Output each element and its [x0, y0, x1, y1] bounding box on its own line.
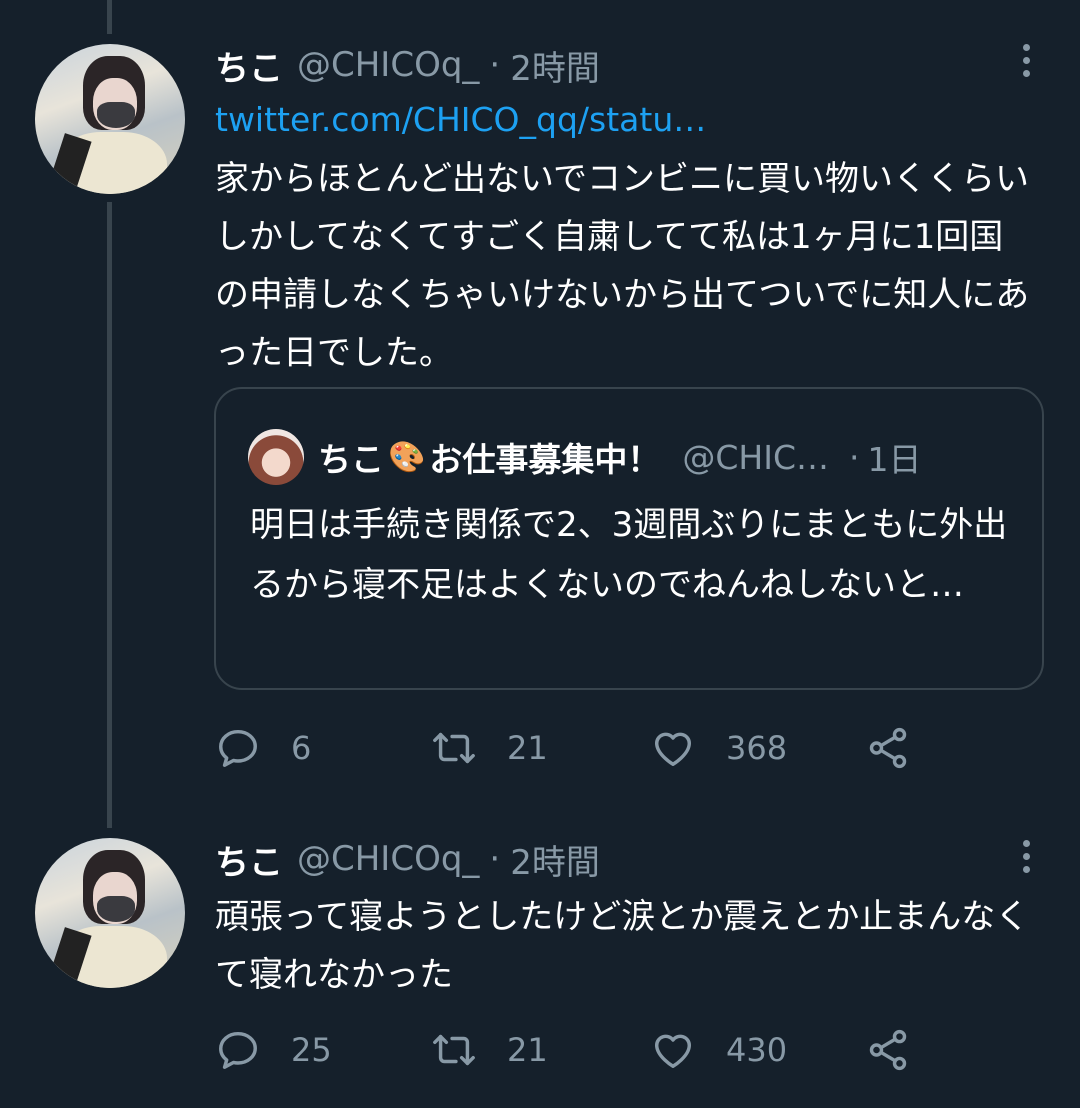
retweet-button[interactable]: 21 — [431, 1020, 548, 1080]
author-name[interactable]: ちこ — [215, 835, 283, 884]
timestamp[interactable]: 2時間 — [510, 835, 600, 884]
like-count: 430 — [726, 1031, 788, 1069]
reply-icon — [219, 1031, 257, 1069]
heart-icon — [654, 1034, 692, 1069]
share-icon — [869, 1029, 907, 1071]
retweet-count: 21 — [507, 1031, 548, 1069]
reply-button[interactable]: 25 — [215, 1020, 332, 1080]
tweet-text: 頑張って寝ようとしたけど涙とか震えとか止まんなくて寝れなかった — [215, 897, 1030, 995]
reply-count: 25 — [291, 1031, 332, 1069]
author-handle[interactable]: @CHICOq_ — [297, 839, 479, 879]
tweet-header: ちこ @CHICOq_ · 2時間 — [215, 834, 600, 884]
tweet[interactable]: ちこ @CHICOq_ · 2時間 頑張って寝ようとしたけど涙とか震えとか止まん… — [0, 0, 1080, 1108]
share-button[interactable] — [865, 1020, 911, 1080]
separator-dot: · — [489, 839, 501, 879]
action-bar: 25 21 430 — [215, 1020, 1035, 1080]
like-button[interactable]: 430 — [650, 1020, 787, 1080]
more-vertical-icon[interactable] — [1020, 840, 1032, 873]
avatar[interactable] — [35, 838, 185, 988]
retweet-icon — [433, 1034, 475, 1066]
